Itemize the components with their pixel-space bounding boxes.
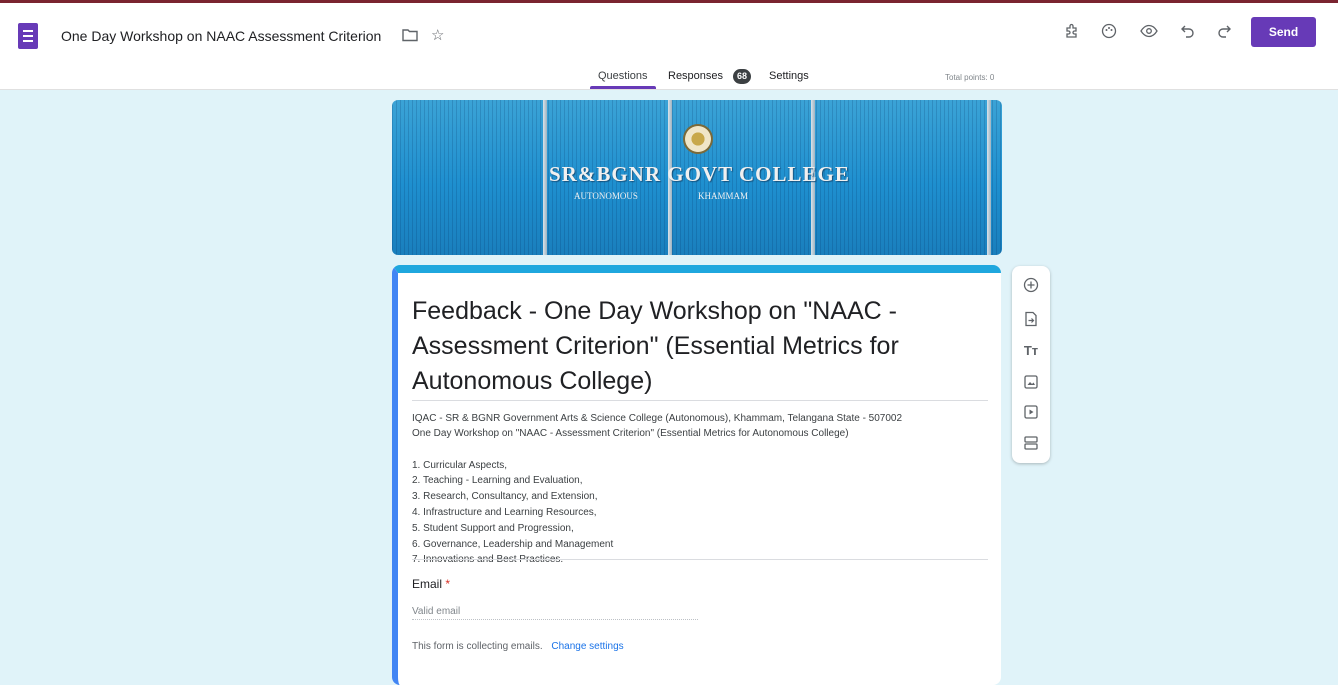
add-title-icon[interactable]: Tт [1023, 343, 1039, 359]
responses-count-badge: 68 [733, 69, 751, 84]
criteria-list-item: 4. Infrastructure and Learning Resources… [412, 507, 597, 518]
document-title[interactable]: One Day Workshop on NAAC Assessment Crit… [61, 28, 381, 44]
email-collection-note: This form is collecting emails. Change s… [412, 641, 624, 652]
banner-pillar [543, 100, 547, 255]
add-question-icon[interactable] [1023, 277, 1039, 293]
add-image-icon[interactable] [1023, 374, 1039, 390]
total-points-label: Total points: 0 [945, 73, 995, 82]
banner-subtitle-left: AUTONOMOUS [574, 191, 638, 201]
college-emblem [683, 124, 713, 154]
criteria-list-item: 5. Student Support and Progression, [412, 523, 574, 534]
criteria-list-item: 6. Governance, Leadership and Management [412, 539, 614, 550]
form-header-card[interactable]: Feedback - One Day Workshop on "NAAC - A… [392, 265, 1001, 685]
form-description-line[interactable]: IQAC - SR & BGNR Government Arts & Scien… [412, 413, 902, 424]
forms-app-icon[interactable] [18, 23, 38, 49]
tab-questions[interactable]: Questions [598, 70, 648, 82]
add-video-icon[interactable] [1023, 404, 1039, 420]
addon-icon[interactable] [1064, 23, 1080, 44]
folder-icon[interactable] [402, 28, 418, 47]
email-field[interactable] [412, 603, 698, 620]
form-title[interactable]: Feedback - One Day Workshop on "NAAC - A… [412, 294, 972, 399]
palette-icon[interactable] [1101, 23, 1117, 44]
title-divider [412, 400, 988, 401]
tab-responses[interactable]: Responses [668, 70, 723, 82]
banner-pillar [987, 100, 991, 255]
preview-eye-icon[interactable] [1140, 23, 1158, 44]
tab-settings[interactable]: Settings [769, 70, 809, 82]
active-tab-indicator [590, 86, 656, 89]
floating-toolbar: Tт [1012, 266, 1050, 463]
email-question-label: Email * [412, 577, 450, 591]
send-button[interactable]: Send [1251, 17, 1316, 47]
collect-note-text: This form is collecting emails. [412, 641, 543, 652]
add-section-icon[interactable] [1023, 435, 1039, 451]
criteria-list-item: 1. Curricular Aspects, [412, 460, 508, 471]
header-banner-image: SR&BGNR GOVT COLLEGE AUTONOMOUS KHAMMAM [392, 100, 1002, 255]
app-header: One Day Workshop on NAAC Assessment Crit… [0, 3, 1338, 90]
criteria-list-item: 3. Research, Consultancy, and Extension, [412, 491, 598, 502]
description-divider [412, 559, 988, 560]
form-description-line[interactable]: One Day Workshop on "NAAC - Assessment C… [412, 428, 849, 439]
redo-icon[interactable] [1216, 23, 1232, 44]
change-settings-link[interactable]: Change settings [551, 641, 623, 652]
import-questions-icon[interactable] [1023, 311, 1039, 327]
required-asterisk: * [445, 577, 451, 591]
email-label-text: Email [412, 577, 443, 591]
banner-subtitle-right: KHAMMAM [698, 191, 749, 201]
undo-icon[interactable] [1180, 23, 1196, 44]
criteria-list-item: 2. Teaching - Learning and Evaluation, [412, 475, 583, 486]
star-icon[interactable]: ☆ [431, 27, 444, 45]
banner-college-name: SR&BGNR GOVT COLLEGE [549, 162, 850, 186]
